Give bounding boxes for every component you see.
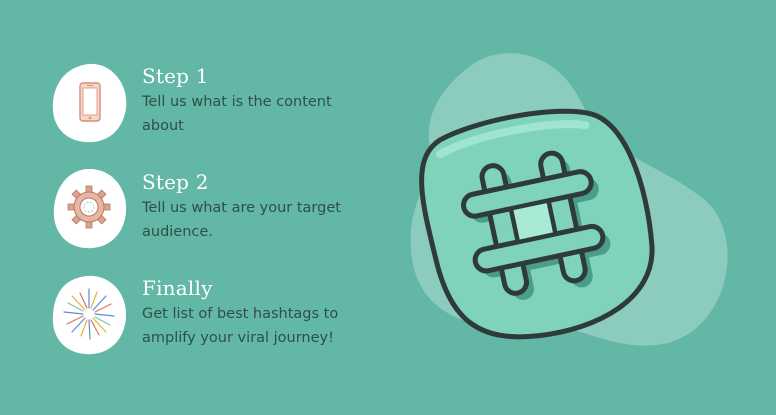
- step-3-blob: [52, 275, 127, 355]
- step-1: Step 1 Tell us what is the content about: [49, 62, 369, 152]
- gear-icon: [67, 185, 111, 229]
- step-1-description: Tell us what is the content about: [142, 94, 332, 134]
- step-3: Finally Get list of best hashtags to amp…: [49, 274, 369, 364]
- step-1-title: Step 1: [142, 64, 209, 88]
- hero-illustration: [410, 53, 728, 346]
- step-3-title: Finally: [142, 276, 213, 300]
- phone-icon: [79, 82, 101, 122]
- step-1-blob: [52, 63, 127, 143]
- step-2: Step 2 Tell us what are your target audi…: [49, 168, 369, 258]
- step-2-title: Step 2: [142, 170, 209, 194]
- step-3-description: Get list of best hashtags to amplify you…: [142, 306, 339, 346]
- step-2-blob: [53, 168, 127, 249]
- step-2-description: Tell us what are your target audience.: [142, 200, 341, 240]
- page-canvas: Step 1 Tell us what is the content about: [0, 0, 776, 415]
